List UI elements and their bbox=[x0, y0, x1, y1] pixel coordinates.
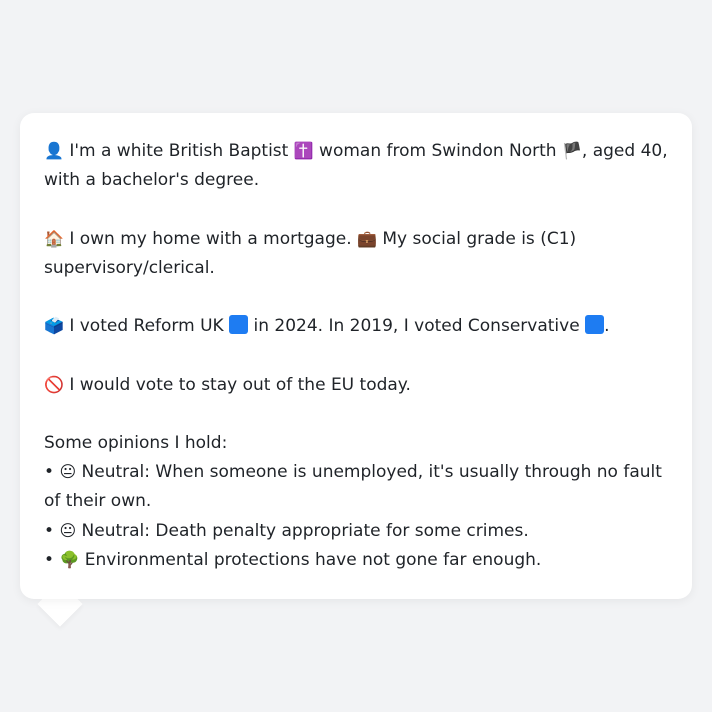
vote-text-a: I voted Reform UK bbox=[63, 316, 230, 337]
opinions-list: • 😐 Neutral: When someone is unemployed,… bbox=[44, 458, 668, 575]
reform-blue-square-icon bbox=[229, 315, 249, 335]
house-icon: 🏠 bbox=[44, 228, 64, 248]
eu-paragraph: 🚫 I would vote to stay out of the EU tod… bbox=[44, 371, 668, 400]
bullet: • bbox=[44, 549, 55, 570]
opinions-heading: Some opinions I hold: bbox=[44, 432, 228, 453]
vote-text-c: . bbox=[604, 316, 610, 337]
eu-text: I would vote to stay out of the EU today… bbox=[63, 374, 411, 395]
conservative-blue-square-icon bbox=[585, 315, 605, 335]
opinion-item: • 🌳 Environmental protections have not g… bbox=[44, 546, 668, 575]
person-icon: 👤 bbox=[44, 141, 64, 160]
identity-paragraph: 👤 I'm a white British Baptist ✝️ woman f… bbox=[44, 137, 668, 195]
ballot-box-icon: 🗳️ bbox=[44, 316, 64, 336]
england-flag-icon: 🏴 bbox=[561, 141, 582, 160]
opinion-item: • 😐 Neutral: Death penalty appropriate f… bbox=[44, 517, 668, 546]
neutral-face-icon: 😐 bbox=[59, 520, 77, 540]
identity-text-b: woman from Swindon North bbox=[313, 141, 562, 161]
vote-paragraph: 🗳️ I voted Reform UK in 2024. In 2019, I… bbox=[44, 312, 668, 341]
home-paragraph: 🏠 I own my home with a mortgage. 💼 My so… bbox=[44, 225, 668, 283]
cross-icon: ✝️ bbox=[293, 141, 314, 160]
neutral-face-icon: 😐 bbox=[59, 462, 77, 482]
tree-icon: 🌳 bbox=[59, 549, 80, 569]
opinion-text: Environmental protections have not gone … bbox=[79, 549, 542, 570]
prohibited-icon: 🚫 bbox=[44, 374, 64, 394]
profile-card: 👤 I'm a white British Baptist ✝️ woman f… bbox=[20, 113, 692, 599]
briefcase-icon: 💼 bbox=[357, 228, 377, 248]
home-text-a: I own my home with a mortgage. bbox=[63, 228, 358, 249]
bullet: • bbox=[44, 520, 55, 541]
bullet: • bbox=[44, 462, 55, 483]
opinion-text: Neutral: Death penalty appropriate for s… bbox=[76, 520, 529, 541]
identity-text-a: I'm a white British Baptist bbox=[63, 141, 294, 161]
opinion-text: Neutral: When someone is unemployed, it'… bbox=[44, 462, 662, 512]
vote-text-b: in 2024. In 2019, I voted Conservative bbox=[248, 316, 586, 337]
opinion-item: • 😐 Neutral: When someone is unemployed,… bbox=[44, 458, 668, 516]
